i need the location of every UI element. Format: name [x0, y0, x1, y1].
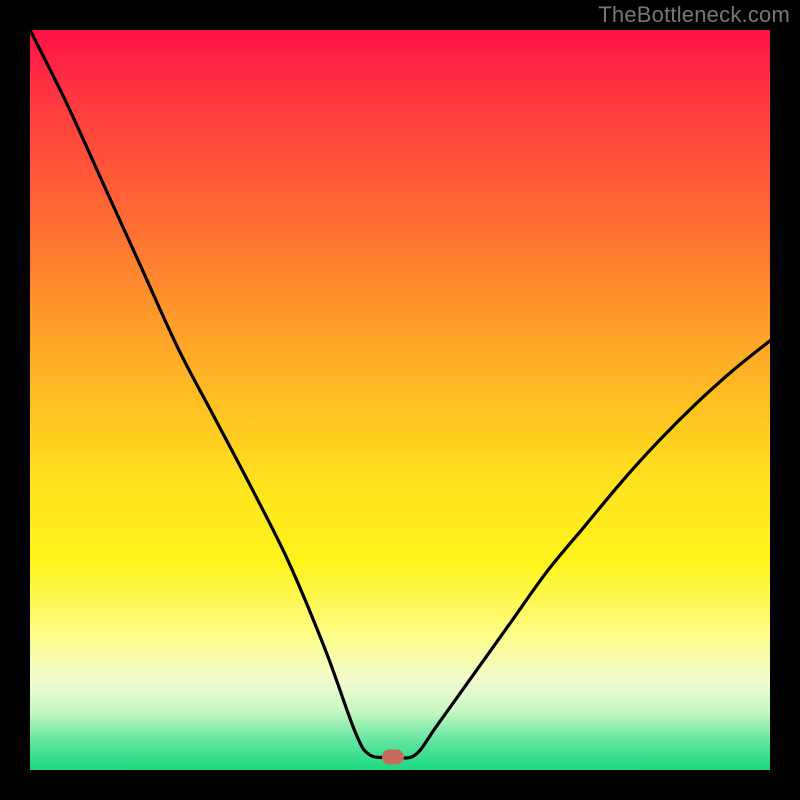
- bottleneck-curve: [30, 30, 770, 770]
- optimum-marker: [382, 749, 404, 764]
- chart-frame: TheBottleneck.com: [0, 0, 800, 800]
- curve-path: [30, 30, 770, 758]
- plot-area: [30, 30, 770, 770]
- watermark-text: TheBottleneck.com: [598, 2, 790, 28]
